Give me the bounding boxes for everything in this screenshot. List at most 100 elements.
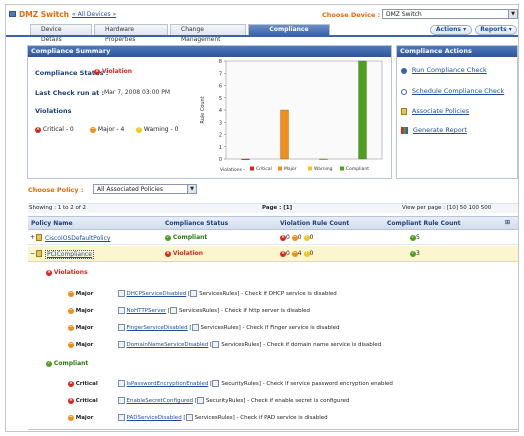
rule-link[interactable]: DHCPServiceDisabled (127, 291, 187, 297)
rule-group: SecurityRules (221, 381, 259, 387)
rule-row: − Major PADServiceDisabled [ServicesRule… (68, 414, 328, 421)
warning-count: ! Warning - 0 (136, 126, 178, 133)
grid-header: Policy Name Compliance Status Violation … (28, 216, 518, 230)
run-compliance-link[interactable]: Run Compliance Check (412, 66, 487, 74)
violation-counts: ×0 −4 ! 0 (280, 250, 313, 257)
generate-report-link[interactable]: Generate Report (413, 126, 467, 134)
violations-label: Violations (35, 107, 72, 115)
y-tick-label: 2 (219, 133, 222, 139)
rule-icon (117, 290, 125, 297)
violations-section-label: × Violations (46, 269, 88, 276)
choose-policy-label: Choose Policy : (28, 186, 84, 194)
status-value-group: × Violation (94, 68, 132, 75)
report-icon (401, 127, 408, 134)
action-report[interactable]: Generate Report (401, 126, 467, 134)
expand-icon[interactable]: + (30, 234, 35, 241)
col-policy-name[interactable]: Policy Name (31, 220, 73, 227)
tab-device-details[interactable]: Device Details (30, 24, 92, 43)
rule-desc: - Check if domain name service is disabl… (263, 342, 382, 348)
severity: Major (75, 415, 94, 421)
rule-link[interactable]: NoHTTPServer (127, 308, 167, 314)
policy-select-value: All Associated Policies (97, 186, 163, 193)
reports-button[interactable]: Reports ▾ (475, 25, 517, 35)
actions-button[interactable]: Actions ▾ (430, 25, 472, 35)
rule-row: − Major DHCPServiceDisabled [ServicesRul… (68, 290, 337, 297)
rule-link[interactable]: DomainNameServiceDisabled (127, 342, 209, 348)
collapse-icon[interactable]: − (30, 250, 35, 257)
severity: Critical (75, 381, 98, 387)
violation-icon: × (94, 68, 100, 75)
table-row-selected[interactable]: − PCICompliance × Violation ×0 −4 ! 0 ✓3 (28, 246, 518, 262)
major-icon: − (68, 290, 74, 297)
col-violation-count[interactable]: Violation Rule Count (280, 220, 349, 227)
tab-compliance[interactable]: Compliance (248, 24, 330, 35)
page-text[interactable]: Page : [1] (262, 205, 292, 211)
y-tick-label: 8 (219, 59, 222, 65)
associate-policies-link[interactable]: Associate Policies (412, 107, 469, 115)
rule-link[interactable]: EnableSecretConfigured (127, 398, 193, 404)
severity: Major (75, 342, 94, 348)
major-value: 0 (297, 234, 302, 241)
all-devices-link[interactable]: « All Devices » (72, 11, 116, 18)
y-tick-label: 4 (219, 108, 222, 114)
rule-group: ServicesRules (179, 308, 218, 314)
policy-icon (36, 234, 42, 241)
tab-underline (6, 35, 518, 37)
action-run[interactable]: Run Compliance Check (401, 66, 487, 74)
compliance-window: DMZ Switch « All Devices » Choose Device… (5, 4, 519, 432)
rule-link[interactable]: IsPasswordEncryptionEnabled (127, 381, 209, 387)
group-icon (212, 341, 220, 348)
severity: Major (75, 308, 94, 314)
rule-icon (117, 397, 125, 404)
choose-device-value: DMZ Switch (386, 11, 422, 18)
group-icon (190, 290, 198, 297)
bar-compliant (358, 60, 367, 160)
rule-row: × Critical EnableSecretConfigured [Secur… (68, 397, 350, 404)
action-schedule[interactable]: Schedule Compliance Check (401, 87, 504, 95)
table-row[interactable]: + CiscoIOSDefaultPolicy ✓ Compliant ×0 −… (28, 231, 518, 245)
policy-name[interactable]: PCICompliance (45, 250, 94, 259)
violation-icon: × (46, 269, 52, 276)
legend-label: Warning (314, 166, 333, 172)
y-tick-label: 7 (219, 71, 222, 77)
status-text: Violation (172, 250, 204, 257)
col-compliance-status[interactable]: Compliance Status (165, 220, 228, 227)
critical-value: 0 (286, 250, 290, 257)
major-icon: − (68, 341, 74, 348)
critical-count-text: Critical - 0 (42, 126, 74, 133)
warning-value: 0 (309, 250, 314, 257)
rule-row: − Major DomainNameServiceDisabled [Servi… (68, 341, 382, 348)
view-per-page[interactable]: View per page : [10] 50 100 500 (402, 205, 491, 211)
tab-change-management[interactable]: Change Management (170, 24, 246, 43)
run-icon (401, 67, 407, 74)
showing-text: Showing : 1 to 2 of 2 (29, 205, 87, 211)
rule-desc: - Check if PAD service is disabled (236, 415, 328, 421)
legend-label: Major (284, 166, 297, 172)
rule-link[interactable]: FingerServiceDisabled (127, 325, 188, 331)
major-value: 4 (297, 250, 302, 257)
action-associate[interactable]: Associate Policies (401, 107, 469, 115)
status-cell: × Violation (165, 250, 203, 257)
major-count-text: Major - 4 (97, 126, 125, 133)
rule-icon (117, 324, 125, 331)
column-settings-icon[interactable]: ⊞ (505, 219, 510, 226)
violation-counts: ×0 −0 ! 0 (280, 234, 313, 241)
y-tick-label: 5 (219, 96, 222, 102)
major-icon: − (90, 126, 96, 133)
schedule-compliance-link[interactable]: Schedule Compliance Check (412, 87, 504, 95)
bar-critical (241, 158, 250, 160)
y-axis-label: Rule Count (200, 96, 206, 123)
compliant-value: 3 (416, 250, 420, 257)
group-icon (196, 397, 204, 404)
rule-desc: - Check if enable secret is configured (247, 398, 350, 404)
tab-hardware-properties[interactable]: Hardware Properties (94, 24, 168, 43)
severity: Critical (75, 398, 98, 404)
y-tick-label: 6 (219, 84, 222, 90)
rule-desc: - Check if http server is disabled (220, 308, 311, 314)
rule-link[interactable]: PADServiceDisabled (127, 415, 182, 421)
policy-name[interactable]: CiscoIOSDefaultPolicy (45, 235, 110, 242)
policy-select[interactable]: All Associated Policies ▼ (93, 184, 197, 194)
compliance-chart: 0 1 2 3 4 5 6 7 8 Rule Count Violations - Critical M… (200, 59, 383, 173)
choose-device-select[interactable]: DMZ Switch ▼ (382, 9, 518, 19)
col-compliant-count[interactable]: Compliant Rule Count (387, 220, 461, 227)
